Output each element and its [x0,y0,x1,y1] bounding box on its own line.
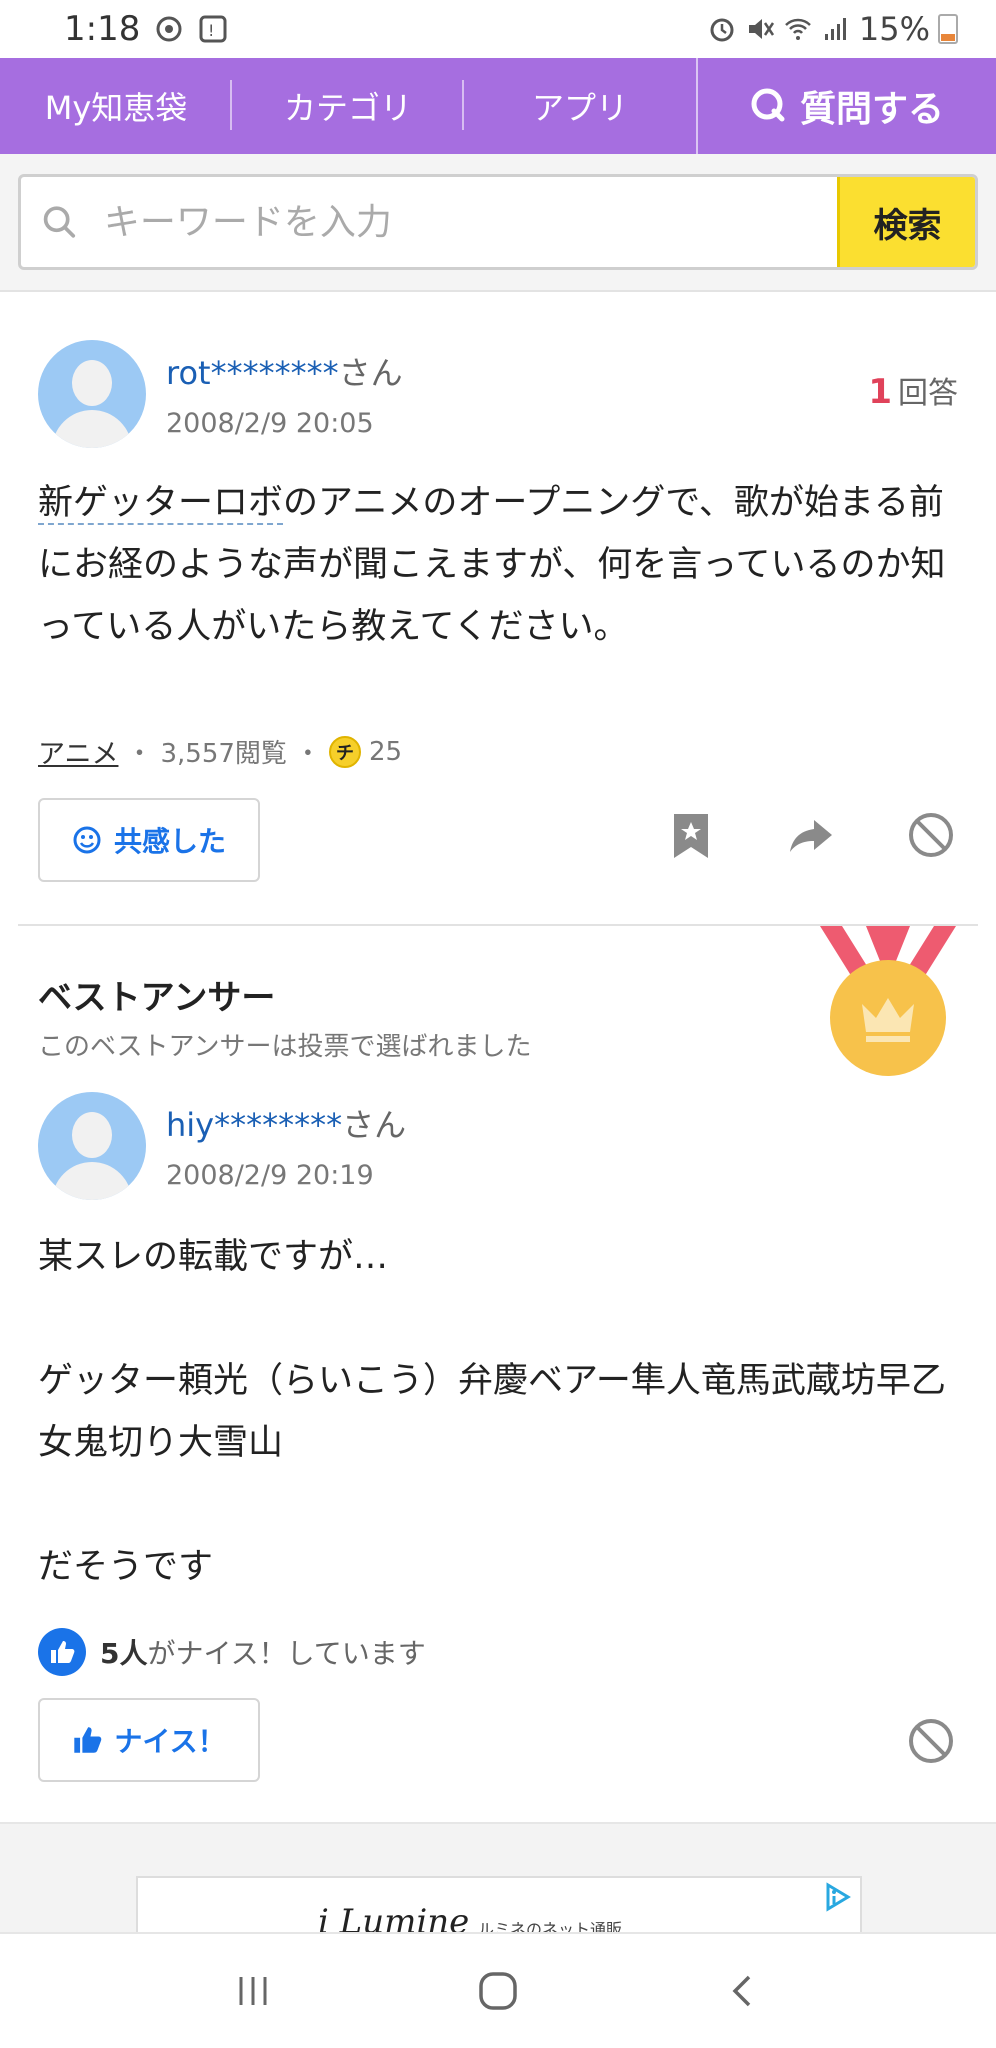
sync-icon [156,16,182,42]
best-answer-medal-icon [820,926,956,1076]
home-icon [479,1972,517,2010]
bookmark-star-icon[interactable] [666,810,716,860]
answer-user-id: hiy******** [166,1106,343,1144]
avatar-body [52,410,132,448]
status-time: 1:18 [64,9,141,49]
question-honorific: さん [338,354,403,392]
search-input[interactable] [103,201,837,243]
recent-apps-button[interactable] [223,1961,283,2021]
svg-text:!: ! [208,21,214,40]
block-icon[interactable] [906,1716,956,1766]
answer-honorific: さん [342,1106,407,1144]
recent-apps-icon [239,1977,267,2005]
nice-count: 5人がナイス！しています [100,1632,426,1672]
status-left: 1:18 ! [64,9,228,49]
thumbs-up-icon [38,1628,86,1676]
nice-count-number: 5人 [100,1637,148,1670]
share-icon[interactable] [786,810,836,860]
nav-my-label: My知恵袋 [44,89,188,127]
question-date: 2008/2/9 20:05 [166,408,374,439]
answer-count: 1 回答 [868,368,958,412]
question-actions [666,810,956,860]
wifi-icon [784,18,811,40]
back-button[interactable] [713,1961,773,2021]
nav-app-label: アプリ [531,89,628,127]
nice-button-label: ナイス！ [114,1725,226,1758]
adchoices-icon[interactable] [822,1882,852,1912]
avatar-head [72,1112,112,1158]
ask-question-label: 質問する [799,89,944,130]
nice-count-row: 5人がナイス！しています [38,1628,426,1676]
empathy-label: 共感した [113,825,226,858]
coin-count: 25 [368,736,403,767]
avatar-body [52,1162,132,1200]
ad-tagline: ルミネのネット通販 [478,1920,623,1932]
nav-category-label: カテゴリ [283,89,412,127]
search-field [21,177,837,267]
answer-user-row: hiy********さん 2008/2/9 20:19 [38,1092,638,1202]
signal-icon [824,18,846,40]
question-meta: アニメ ・ 3,557閲覧 ・ チ 25 [38,732,402,771]
view-count: 3,557閲覧 [160,739,287,769]
answer-count-number: 1 [868,372,892,412]
answer-count-label: 回答 [898,376,958,411]
avatar-head [72,360,112,406]
ad-banner[interactable]: i Lumine ルミネのネット通販 [136,1876,862,1932]
battery-icon [938,14,958,44]
mute-icon [748,19,774,39]
meta-dot: ・ [294,739,321,769]
smile-icon [73,826,101,854]
nav-category[interactable]: カテゴリ [232,58,464,154]
notification-app-icon: ! [199,15,227,43]
meta-dot: ・ [126,739,153,769]
answer-username[interactable]: hiy********さん [166,1100,406,1146]
nice-button[interactable]: ナイス！ [38,1698,260,1782]
thumbs-up-icon [74,1727,102,1753]
home-button[interactable] [468,1961,528,2021]
status-bar: 1:18 ! 15% [0,0,996,58]
avatar[interactable] [38,340,146,448]
keyword-link[interactable]: 新ゲッターロボ [38,483,284,525]
ad-area: i Lumine ルミネのネット通販 [0,1822,996,1932]
best-answer-subtitle: このベストアンサーは投票で選ばれました [38,1032,532,1062]
search-box: 検索 [18,174,978,270]
question-text: 新ゲッターロボのアニメのオープニングで、歌が始まる前にお経のような声が聞こえます… [38,472,968,658]
alarm-icon [710,18,734,42]
best-answer-title: ベストアンサー [38,978,276,1018]
answer-text: 某スレの転載ですが… ゲッター頼光（らいこう）弁慶ベアー隼人竜馬武蔵坊早乙女鬼切… [38,1237,946,1587]
back-icon [732,1975,751,2007]
answer-date: 2008/2/9 20:19 [166,1160,374,1191]
block-icon[interactable] [906,810,956,860]
avatar[interactable] [38,1092,146,1200]
question-user-id: rot******** [166,354,339,392]
system-nav-bar [0,1932,996,2048]
nav-app[interactable]: アプリ [464,58,696,154]
question-user-row: rot********さん 2008/2/9 20:05 1 回答 [38,340,958,450]
status-right: 15% [707,10,958,48]
category-link[interactable]: アニメ [38,732,118,771]
ad-brand: i Lumine [318,1902,470,1932]
battery-percent: 15% [858,10,930,48]
search-button[interactable]: 検索 [837,177,975,267]
search-icon [43,206,76,238]
question-q-icon [751,88,785,122]
question-username[interactable]: rot********さん [166,348,403,394]
empathy-button[interactable]: 共感した [38,798,260,882]
nice-count-text: がナイス！しています [147,1637,426,1670]
chie-coin-icon: チ [328,735,361,768]
nav-my-chiebukuro[interactable]: My知恵袋 [0,58,232,154]
top-nav: My知恵袋 カテゴリ アプリ 質問する [0,58,996,154]
ask-question-button[interactable]: 質問する [696,58,996,154]
search-bar: 検索 [0,154,996,292]
